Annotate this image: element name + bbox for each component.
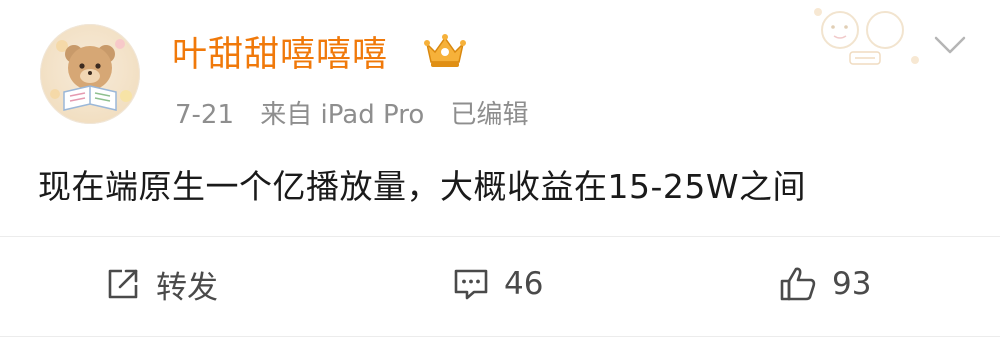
chevron-down-icon[interactable]: [930, 30, 970, 60]
weibo-post-card: 叶甜甜嘻嘻嘻 7-21 来自 iPad Pro 已编辑 现在端原生一个亿播放量，…: [0, 0, 1000, 352]
divider: [0, 236, 1000, 237]
bottom-divider: [0, 336, 1000, 337]
repost-label: 转发: [156, 269, 218, 306]
post-date: 7-21: [175, 100, 235, 130]
post-source: 来自 iPad Pro: [260, 100, 425, 130]
avatar[interactable]: [40, 24, 140, 124]
comment-button[interactable]: 46: [452, 262, 543, 306]
bear-reading-avatar-image: [50, 39, 132, 111]
repost-button[interactable]: 转发: [104, 262, 218, 306]
comment-icon: [454, 269, 488, 300]
thumbs-up-icon: [780, 267, 816, 301]
post-text: 现在端原生一个亿播放量，大概收益在15-25W之间: [38, 167, 807, 206]
edited-label[interactable]: 已编辑: [451, 100, 529, 130]
comment-count: 46: [504, 266, 544, 302]
vip-crown-icon: [424, 34, 466, 67]
username[interactable]: 叶甜甜嘻嘻嘻: [172, 26, 388, 77]
like-count: 93: [832, 266, 872, 302]
post-meta: 7-21 来自 iPad Pro 已编辑: [175, 94, 547, 131]
like-button[interactable]: 93: [778, 262, 871, 306]
card-decoration-image: [814, 8, 919, 65]
repost-icon: [108, 269, 138, 299]
